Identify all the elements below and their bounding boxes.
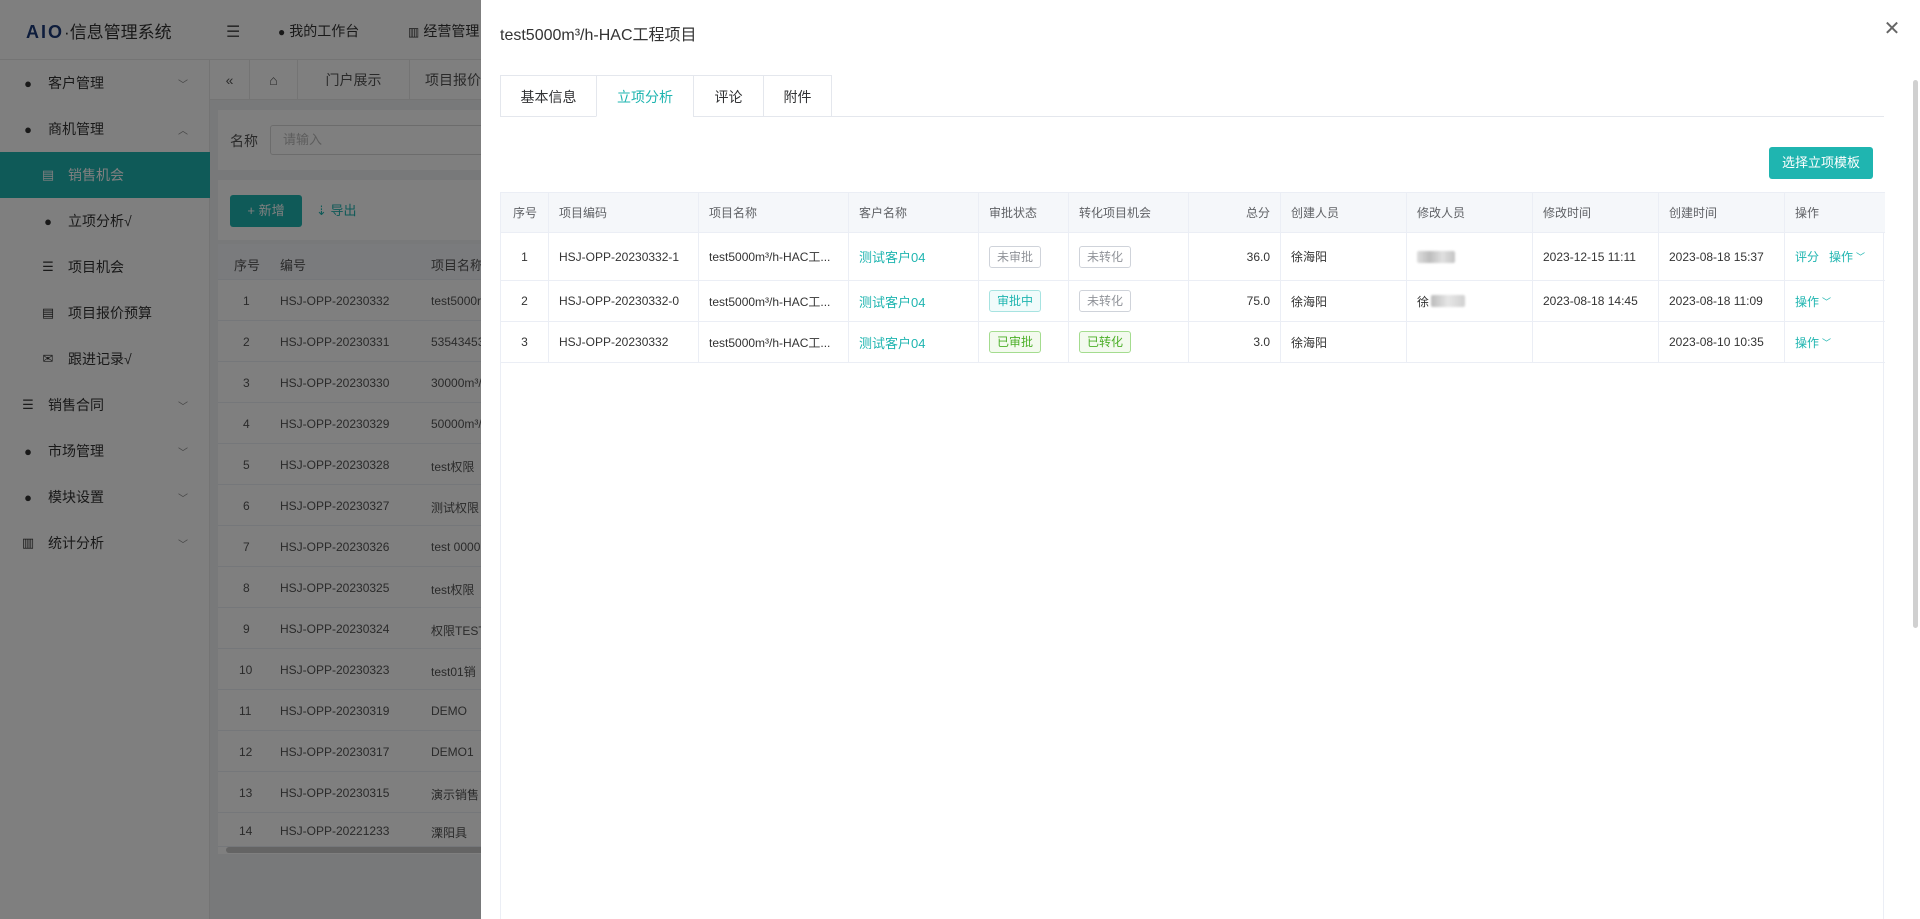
operation-dropdown[interactable]: 操作	[1829, 248, 1853, 265]
table-row[interactable]: 1 HSJ-OPP-20230332-1 test5000m³/h-HAC工..…	[501, 233, 1885, 281]
operation-dropdown[interactable]: 操作	[1795, 293, 1819, 310]
customer-link[interactable]: 测试客户04	[859, 333, 925, 352]
tab-attachments[interactable]: 附件	[763, 75, 832, 117]
drawer-tabs: 基本信息 立项分析 评论 附件	[500, 75, 1884, 117]
chevron-down-icon[interactable]: ﹀	[1822, 336, 1831, 349]
drawer-title: test5000m³/h-HAC工程项目	[500, 27, 697, 44]
approval-status-badge: 未审批	[989, 245, 1042, 268]
tab-basic-info[interactable]: 基本信息	[500, 75, 597, 117]
convert-status-badge: 已转化	[1079, 331, 1132, 353]
analysis-table: 序号 项目编码 项目名称 客户名称 审批状态 转化项目机会 总分 创建人员 修改…	[500, 192, 1885, 919]
table-row[interactable]: 2 HSJ-OPP-20230332-0 test5000m³/h-HAC工..…	[501, 281, 1885, 322]
detail-drawer: test5000m³/h-HAC工程项目 ✕ 基本信息 立项分析 评论 附件 选…	[481, 0, 1920, 919]
select-template-button[interactable]: 选择立项模板	[1769, 147, 1873, 179]
modifier-name: 徐	[1417, 294, 1430, 309]
table-row[interactable]: 3 HSJ-OPP-20230332 test5000m³/h-HAC工... …	[501, 322, 1885, 363]
chevron-down-icon[interactable]: ﹀	[1822, 295, 1831, 308]
close-icon[interactable]: ✕	[1883, 19, 1901, 39]
drawer-vertical-scrollbar[interactable]	[1913, 80, 1918, 628]
score-link[interactable]: 评分	[1795, 248, 1819, 265]
customer-link[interactable]: 测试客户04	[859, 247, 925, 266]
convert-status-badge: 未转化	[1079, 245, 1132, 268]
chevron-down-icon[interactable]: ﹀	[1856, 250, 1865, 263]
approval-status-badge: 审批中	[989, 290, 1042, 312]
tab-comments[interactable]: 评论	[693, 75, 764, 117]
convert-status-badge: 未转化	[1079, 290, 1132, 312]
approval-status-badge: 已审批	[989, 331, 1042, 353]
tab-project-analysis[interactable]: 立项分析	[596, 75, 694, 117]
modifier-redacted	[1417, 250, 1455, 263]
modifier-redacted	[1431, 295, 1466, 307]
customer-link[interactable]: 测试客户04	[859, 292, 925, 311]
operation-dropdown[interactable]: 操作	[1795, 334, 1819, 351]
table-header: 序号 项目编码 项目名称 客户名称 审批状态 转化项目机会 总分 创建人员 修改…	[501, 192, 1885, 233]
